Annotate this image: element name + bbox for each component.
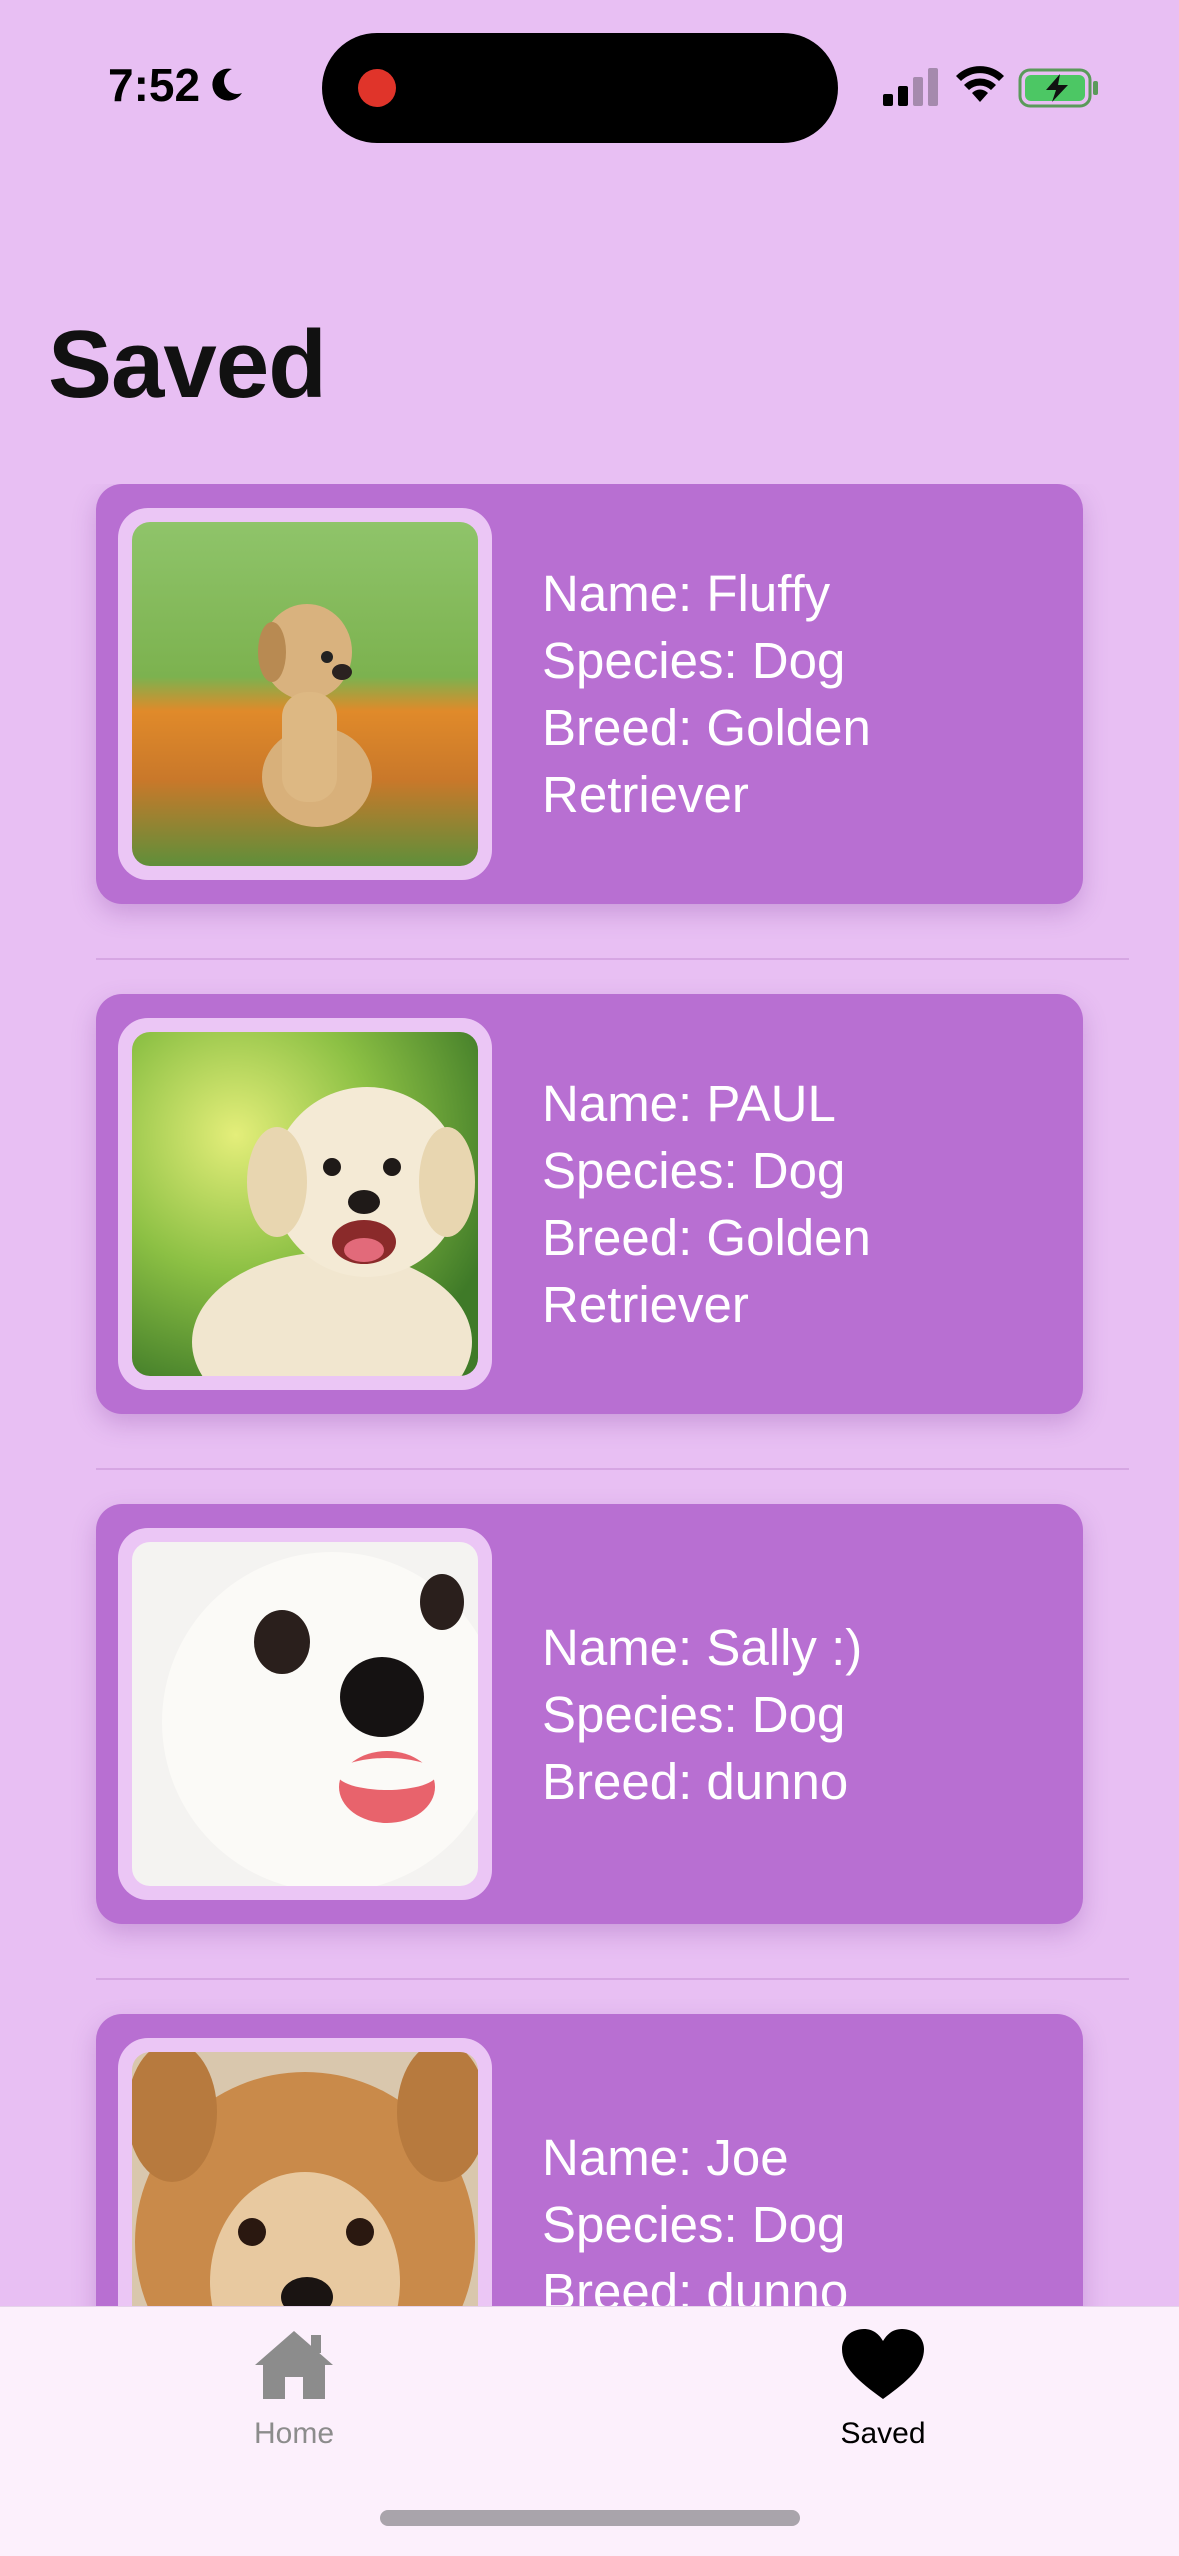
pet-species: Species: Dog — [542, 632, 846, 689]
pet-name: Name: Fluffy — [542, 565, 831, 622]
list-item[interactable]: Name: Fluffy Species: Dog Breed: Golden … — [0, 484, 1179, 994]
heart-icon — [842, 2329, 924, 2399]
list-item[interactable]: Name: Sally :) Species: Dog Breed: dunno — [0, 1504, 1179, 2014]
home-indicator[interactable] — [380, 2510, 800, 2526]
pet-photo-frame — [118, 1528, 492, 1900]
pet-card[interactable]: Name: Joe Species: Dog Breed: dunno — [96, 2014, 1083, 2310]
pet-card[interactable]: Name: Sally :) Species: Dog Breed: dunno — [96, 1504, 1083, 1924]
page-title: Saved — [48, 311, 327, 418]
pet-photo-frame — [118, 1018, 492, 1390]
row-divider — [96, 1978, 1129, 1980]
status-time: 7:52 — [108, 58, 246, 112]
tab-saved-label: Saved — [840, 2417, 926, 2450]
pet-breed: Breed: dunno — [542, 1752, 849, 1810]
battery-charging-icon — [1018, 68, 1098, 108]
pet-info: Name: Joe Species: Dog Breed: dunno — [542, 2014, 849, 2311]
saved-pets-list[interactable]: Name: Fluffy Species: Dog Breed: Golden … — [0, 484, 1179, 2310]
pet-breed: Breed: Golden Retriever — [542, 1209, 871, 1333]
pet-species: Species: Dog — [542, 1685, 846, 1743]
pet-info: Name: PAUL Species: Dog Breed: Golden Re… — [542, 994, 902, 1414]
row-divider — [96, 958, 1129, 960]
pet-photo — [132, 522, 478, 866]
pet-species: Species: Dog — [542, 2195, 846, 2253]
pet-info: Name: Fluffy Species: Dog Breed: Golden … — [542, 484, 902, 904]
pet-photo-frame — [118, 2038, 492, 2310]
row-divider — [96, 1468, 1129, 1470]
status-bar: 7:52 — [0, 0, 1179, 175]
dynamic-island — [322, 33, 838, 143]
pet-name: Name: PAUL — [542, 1075, 836, 1132]
pet-breed: Breed: Golden Retriever — [542, 699, 871, 823]
pet-name: Name: Sally :) — [542, 1618, 863, 1676]
pet-species: Species: Dog — [542, 1142, 846, 1199]
pet-photo — [132, 2052, 478, 2310]
house-icon — [255, 2331, 333, 2399]
list-item[interactable]: Name: Joe Species: Dog Breed: dunno — [0, 2014, 1179, 2310]
pet-photo — [132, 1542, 478, 1886]
signal-icon — [883, 68, 938, 106]
tab-home-label: Home — [253, 2417, 335, 2450]
recording-dot-icon — [358, 69, 396, 107]
moon-icon — [212, 68, 243, 101]
tab-saved[interactable]: Saved — [773, 2327, 993, 2467]
list-item[interactable]: Name: PAUL Species: Dog Breed: Golden Re… — [0, 994, 1179, 1504]
pet-card[interactable]: Name: Fluffy Species: Dog Breed: Golden … — [96, 484, 1083, 904]
time-text: 7:52 — [108, 59, 201, 111]
pet-info: Name: Sally :) Species: Dog Breed: dunno — [542, 1504, 862, 1924]
pet-breed: Breed: dunno — [542, 2262, 849, 2311]
pet-photo — [132, 1032, 478, 1376]
pet-card[interactable]: Name: PAUL Species: Dog Breed: Golden Re… — [96, 994, 1083, 1414]
tab-home[interactable]: Home — [184, 2327, 404, 2467]
wifi-icon — [956, 66, 1004, 102]
pet-photo-frame — [118, 508, 492, 880]
pet-name: Name: Joe — [542, 2128, 789, 2186]
